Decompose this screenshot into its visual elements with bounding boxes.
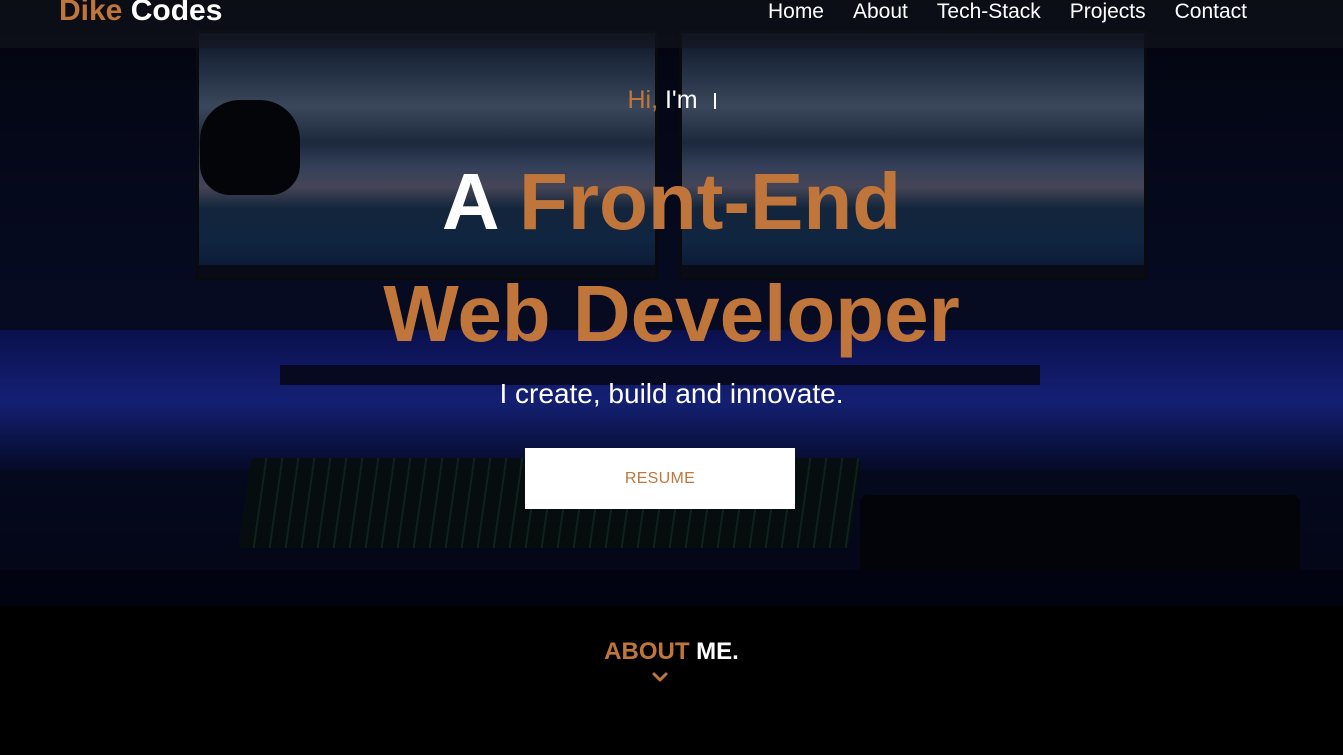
hero-tagline: I create, build and innovate. bbox=[499, 378, 844, 409]
about-heading-accent: ABOUT bbox=[604, 638, 690, 665]
chevron-down-icon[interactable] bbox=[651, 668, 669, 686]
nav-item-tech-stack[interactable]: Tech-Stack bbox=[937, 0, 1041, 24]
brand-first-word: Dike bbox=[59, 0, 123, 27]
hero-section: Dike Codes Home About Tech-Stack Project… bbox=[0, 0, 1343, 606]
typing-cursor bbox=[713, 93, 716, 109]
about-heading: ABOUT ME. bbox=[0, 638, 1343, 666]
nav-item-contact[interactable]: Contact bbox=[1175, 0, 1247, 24]
resume-button[interactable]: RESUME bbox=[525, 448, 795, 509]
greeting-accent: Hi, bbox=[627, 86, 659, 114]
nav-item-home[interactable]: Home bbox=[768, 0, 824, 24]
brand-logo[interactable]: Dike Codes bbox=[59, 0, 222, 28]
nav-item-projects[interactable]: Projects bbox=[1070, 0, 1146, 24]
nav-item-about[interactable]: About bbox=[853, 0, 908, 24]
about-heading-rest: ME. bbox=[696, 638, 739, 665]
nav-menu: Home About Tech-Stack Projects Contact bbox=[768, 0, 1247, 24]
headline-line1: Front-End bbox=[518, 157, 902, 246]
greeting: Hi, I'm bbox=[0, 86, 1343, 115]
greeting-text: I'm bbox=[664, 86, 698, 114]
hero-headline: A Front-End Web Developer bbox=[0, 146, 1343, 370]
headline-line2: Web Developer bbox=[383, 269, 960, 358]
headline-prefix: A bbox=[441, 157, 497, 246]
top-navbar: Dike Codes Home About Tech-Stack Project… bbox=[0, 0, 1343, 48]
brand-second-word: Codes bbox=[130, 0, 223, 27]
